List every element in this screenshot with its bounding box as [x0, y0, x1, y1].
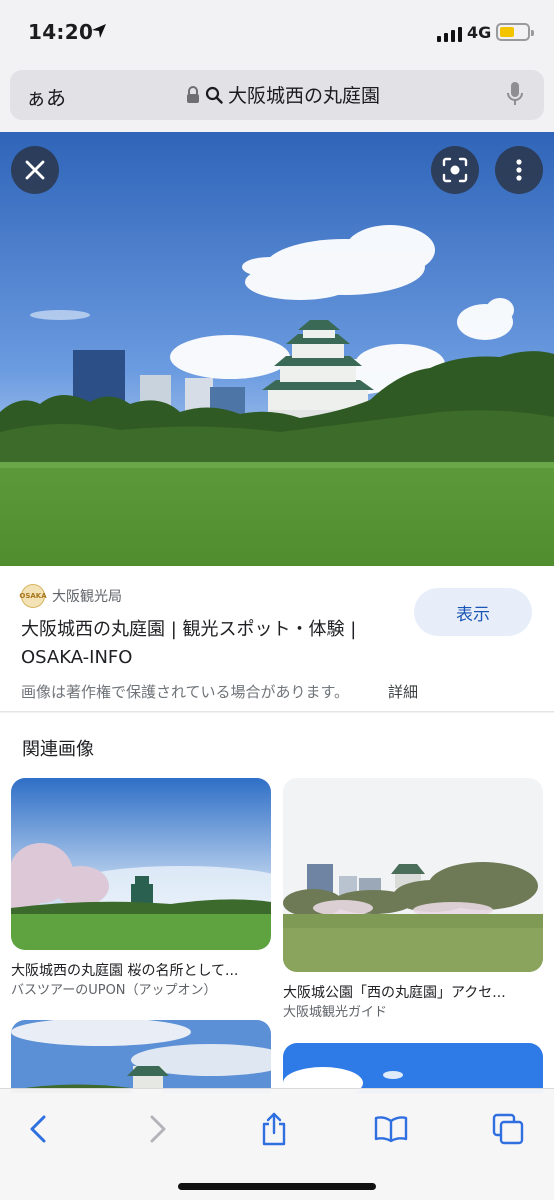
related-photo-2 [283, 778, 543, 972]
cellular-signal-icon [437, 26, 462, 42]
page-settings-button[interactable]: ぁあ [26, 82, 66, 111]
share-icon [262, 1112, 286, 1146]
related-image-4[interactable] [283, 1043, 543, 1093]
related-image-2[interactable] [283, 778, 543, 972]
related-source-2: 大阪城観光ガイド [283, 1005, 388, 1020]
hero-photo [0, 132, 554, 566]
copyright-note: 画像は著作権で保護されている場合があります。 [21, 683, 350, 701]
back-chevron-icon [30, 1115, 46, 1143]
more-vertical-icon [516, 159, 522, 181]
related-images-section: 関連画像 大阪城西の丸庭園 桜の名所として... バスツアーのUPON（アップオ… [0, 713, 554, 1093]
lens-icon [442, 157, 468, 183]
source-card: OSAKA 大阪観光局 大阪城西の丸庭園 | 観光スポット・体験 | OSAKA… [0, 566, 554, 712]
bookmarks-icon [374, 1116, 408, 1143]
details-link[interactable]: 詳細 [388, 681, 418, 702]
back-button[interactable] [16, 1107, 60, 1151]
forward-button[interactable] [136, 1107, 180, 1151]
site-logo: OSAKA [19, 584, 47, 608]
close-icon [25, 160, 45, 180]
battery-icon [496, 23, 534, 41]
visit-button[interactable]: 表示 [414, 588, 532, 636]
hero-image [0, 132, 554, 566]
more-options-button[interactable] [495, 146, 543, 194]
address-bar[interactable]: ぁあ 大阪城西の丸庭園 [10, 70, 544, 120]
network-type: 4G [467, 23, 492, 42]
related-image-3[interactable] [11, 1020, 271, 1093]
address-query: 大阪城西の丸庭園 [228, 85, 381, 107]
lock-icon [187, 85, 199, 103]
related-image-1[interactable] [11, 778, 271, 950]
home-indicator[interactable] [178, 1183, 376, 1190]
location-arrow-icon [92, 24, 106, 38]
related-title-1[interactable]: 大阪城西の丸庭園 桜の名所として... [11, 960, 271, 980]
lens-search-button[interactable] [431, 146, 479, 194]
tabs-icon [492, 1113, 524, 1145]
related-source-1: バスツアーのUPON（アップオン） [11, 983, 217, 998]
related-images-heading: 関連画像 [22, 739, 94, 760]
result-title[interactable]: 大阪城西の丸庭園 | 観光スポット・体験 | OSAKA-INFO [21, 616, 391, 672]
bookmarks-button[interactable] [369, 1107, 413, 1151]
share-button[interactable] [252, 1107, 296, 1151]
related-photo-3 [11, 1020, 271, 1093]
address-field[interactable]: 大阪城西の丸庭園 [186, 81, 380, 108]
related-photo-1 [11, 778, 271, 950]
microphone-icon[interactable] [506, 81, 524, 107]
tabs-button[interactable] [486, 1107, 530, 1151]
close-button[interactable] [11, 146, 59, 194]
status-time: 14:20 [28, 20, 94, 44]
related-photo-4 [283, 1043, 543, 1093]
search-icon [205, 86, 223, 104]
forward-chevron-icon [150, 1115, 166, 1143]
related-title-2[interactable]: 大阪城公園「西の丸庭園」アクセ... [283, 982, 543, 1002]
status-bar: 14:20 4G [0, 0, 554, 66]
site-name: 大阪観光局 [52, 589, 122, 605]
